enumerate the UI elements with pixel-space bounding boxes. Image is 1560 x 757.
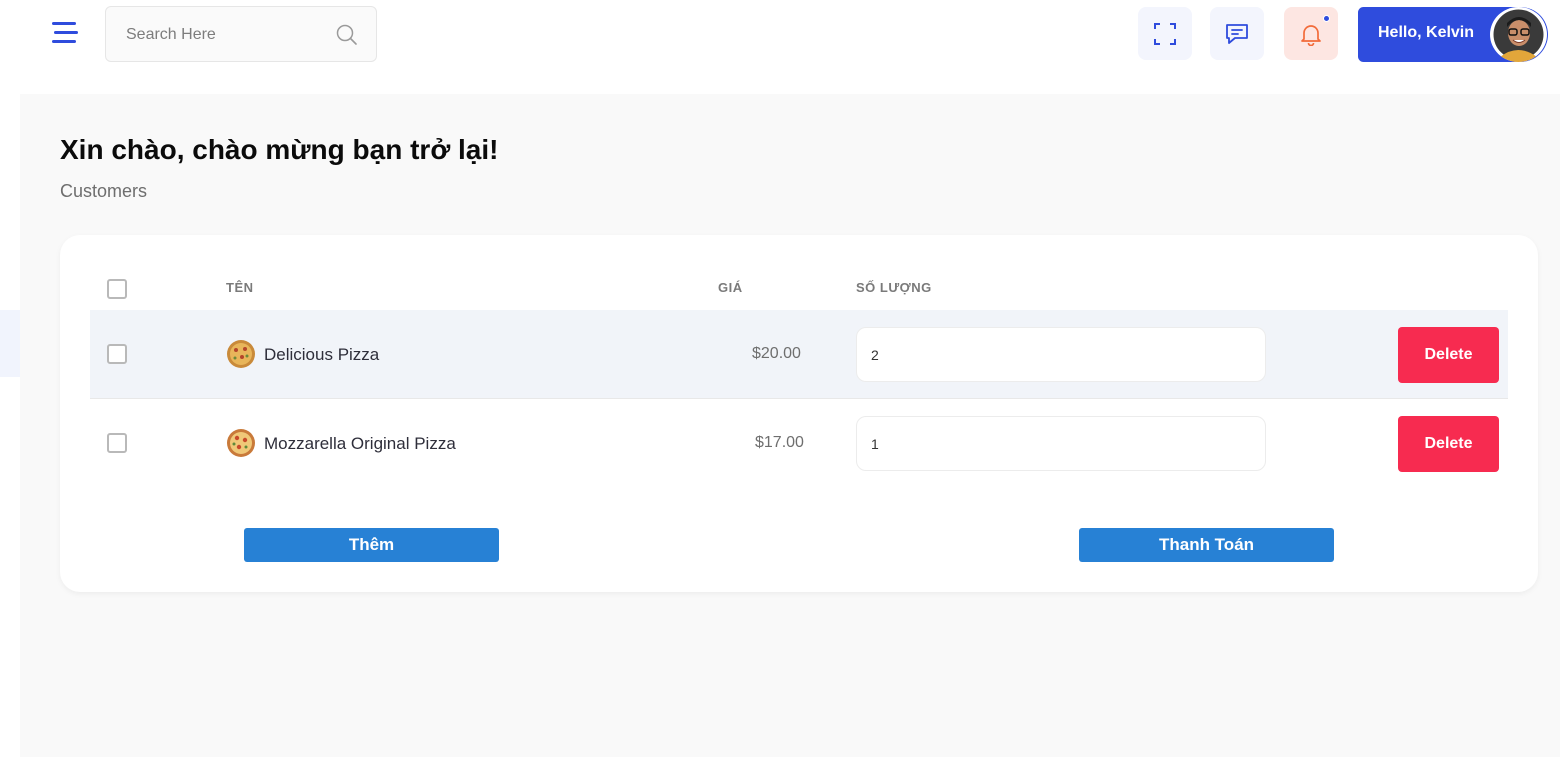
select-all-checkbox[interactable]	[107, 279, 127, 299]
avatar	[1490, 7, 1547, 62]
search-input[interactable]	[126, 24, 326, 46]
header-quantity: SỐ LƯỢNG	[856, 280, 932, 295]
row-checkbox[interactable]	[107, 344, 127, 364]
quantity-input[interactable]	[856, 327, 1266, 382]
cart-card: TÊN GIÁ SỐ LƯỢNG Delicious Pizza $20.00 …	[60, 235, 1538, 592]
row-checkbox[interactable]	[107, 433, 127, 453]
product-price: $20.00	[752, 345, 801, 362]
page-title: Xin chào, chào mừng bạn trở lại!	[60, 134, 499, 165]
product-price: $17.00	[755, 434, 804, 451]
bell-icon	[1301, 24, 1321, 46]
add-button[interactable]: Thêm	[244, 528, 499, 562]
pizza-icon	[227, 340, 255, 368]
delete-button[interactable]: Delete	[1398, 416, 1499, 472]
product-name: Delicious Pizza	[264, 345, 380, 364]
header-price: GIÁ	[718, 280, 743, 295]
sidebar-active-indicator	[0, 310, 20, 377]
chat-icon	[1226, 23, 1248, 44]
greeting-text: Hello, Kelvin	[1378, 24, 1475, 41]
header-name: TÊN	[226, 280, 254, 295]
fullscreen-button[interactable]	[1138, 7, 1192, 60]
search-box	[105, 6, 377, 62]
product-name: Mozzarella Original Pizza	[264, 434, 456, 453]
notification-dot	[1323, 15, 1330, 22]
pizza-icon	[227, 429, 255, 457]
fullscreen-icon	[1154, 22, 1176, 45]
delete-button[interactable]: Delete	[1398, 327, 1499, 383]
notifications-button[interactable]	[1284, 7, 1338, 60]
search-icon[interactable]	[336, 24, 358, 46]
checkout-button[interactable]: Thanh Toán	[1079, 528, 1334, 562]
messages-button[interactable]	[1210, 7, 1264, 60]
table-row: Delicious Pizza $20.00 Delete	[90, 310, 1508, 399]
avatar-image	[1491, 7, 1546, 62]
user-profile-button[interactable]: Hello, Kelvin	[1358, 7, 1548, 62]
table-row: Mozzarella Original Pizza $17.00 Delete	[90, 399, 1508, 488]
top-header: Hello, Kelvin	[0, 0, 1560, 94]
hamburger-icon[interactable]	[50, 20, 80, 48]
quantity-input[interactable]	[856, 416, 1266, 471]
page-subtitle: Customers	[60, 181, 148, 201]
sidebar-collapsed	[0, 0, 20, 757]
